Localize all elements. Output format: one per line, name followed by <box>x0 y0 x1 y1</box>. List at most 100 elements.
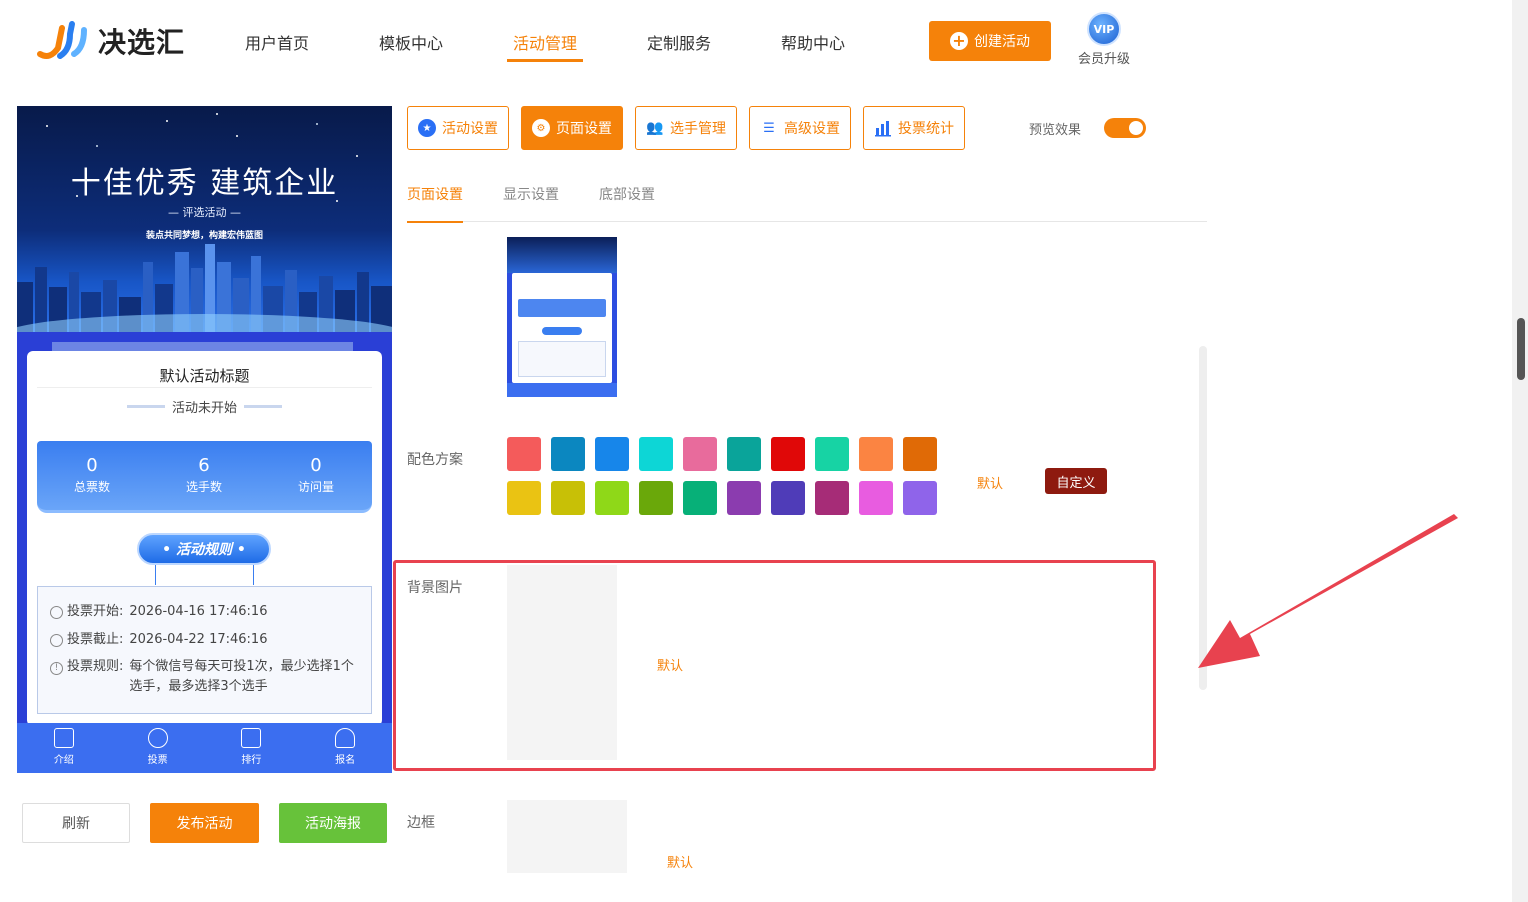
clock-icon <box>50 634 63 647</box>
tab-page-settings[interactable]: ⚙ 页面设置 <box>521 106 623 150</box>
background-default-link[interactable]: 默认 <box>657 655 683 674</box>
stat-label: 访问量 <box>297 480 334 494</box>
tab-label: 介绍 <box>53 755 74 766</box>
color-swatch[interactable] <box>639 437 673 471</box>
nav-activity-manage[interactable]: 活动管理 <box>506 30 584 62</box>
page-scrollbar-thumb[interactable] <box>1517 318 1525 380</box>
color-swatch[interactable] <box>595 437 629 471</box>
subtab-page-settings[interactable]: 页面设置 <box>407 184 463 223</box>
rule-label: 投票规则: <box>67 659 124 674</box>
stat-contestants: 6 选手数 <box>159 455 249 495</box>
color-swatch[interactable] <box>727 437 761 471</box>
plus-icon: + <box>950 32 968 50</box>
tab-activity-settings[interactable]: ★ 活动设置 <box>407 106 509 150</box>
border-default-link[interactable]: 默认 <box>667 852 693 871</box>
bar-chart-icon <box>875 121 891 137</box>
activity-status: 活动未开始 <box>171 401 237 416</box>
toolbar-label: 页面设置 <box>556 121 612 137</box>
nav-template-center[interactable]: 模板中心 <box>379 30 443 62</box>
color-swatch[interactable] <box>903 481 937 515</box>
logo-text: 决选汇 <box>98 26 186 59</box>
color-swatch[interactable] <box>595 481 629 515</box>
color-swatch[interactable] <box>771 481 805 515</box>
logo-icon <box>37 21 87 59</box>
status-deco-left <box>127 405 165 408</box>
card-divider <box>37 387 372 388</box>
toolbar-label: 高级设置 <box>784 121 840 137</box>
rule-vote: ! 投票规则: 每个微信号每天可投1次，最少选择1个选手，最多选择3个选手 <box>50 657 361 697</box>
subtab-display-settings[interactable]: 显示设置 <box>503 184 559 222</box>
nav-help-center[interactable]: 帮助中心 <box>781 30 845 62</box>
stat-value: 0 <box>86 455 98 476</box>
city-skyline <box>17 244 392 332</box>
color-scheme-label: 配色方案 <box>407 452 463 468</box>
template-thumbnail[interactable] <box>507 237 617 397</box>
sliders-icon: ☰ <box>760 119 778 137</box>
tab-rank[interactable]: 排行 <box>205 723 299 773</box>
color-swatch[interactable] <box>815 437 849 471</box>
thumb-banner <box>507 237 617 273</box>
color-swatch[interactable] <box>815 481 849 515</box>
color-swatch[interactable] <box>507 437 541 471</box>
rules-connector-right <box>253 565 254 585</box>
create-activity-button[interactable]: + 创建活动 <box>929 21 1051 61</box>
tab-vote-stats[interactable]: 投票统计 <box>863 106 965 150</box>
tab-contestant-manage[interactable]: 👥 选手管理 <box>635 106 737 150</box>
color-swatch[interactable] <box>727 481 761 515</box>
toolbar-label: 投票统计 <box>898 121 954 137</box>
rule-label: 投票截止: <box>67 632 124 647</box>
color-swatch[interactable] <box>771 437 805 471</box>
tab-advanced-settings[interactable]: ☰ 高级设置 <box>749 106 851 150</box>
page-scrollbar-track[interactable] <box>1512 0 1528 902</box>
tab-label: 排行 <box>241 755 262 766</box>
stat-visits: 0 访问量 <box>271 455 361 495</box>
document-icon <box>53 728 74 748</box>
color-swatch[interactable] <box>683 481 717 515</box>
color-swatch[interactable] <box>507 481 541 515</box>
preview-toggle-label: 预览效果 <box>1029 123 1082 138</box>
poster-button[interactable]: 活动海报 <box>279 803 387 843</box>
rules-connector-left <box>155 565 156 585</box>
color-swatch[interactable] <box>639 481 673 515</box>
tab-signup[interactable]: 报名 <box>298 723 392 773</box>
color-swatch[interactable] <box>551 481 585 515</box>
rule-end: 投票截止: 2026-04-22 17:46:16 <box>50 629 361 651</box>
activity-rules-button[interactable]: • 活动规则 • <box>137 533 271 565</box>
color-default-link[interactable]: 默认 <box>977 473 1003 492</box>
color-swatch[interactable] <box>859 437 893 471</box>
tab-vote[interactable]: 投票 <box>111 723 205 773</box>
vip-icon: VIP <box>1087 12 1121 46</box>
color-swatch[interactable] <box>683 437 717 471</box>
background-image-label: 背景图片 <box>407 580 463 596</box>
clock-icon <box>50 606 63 619</box>
background-image-placeholder[interactable] <box>507 565 617 760</box>
color-swatch[interactable] <box>859 481 893 515</box>
nav-user-home[interactable]: 用户首页 <box>245 30 309 62</box>
activity-card: 默认活动标题 活动未开始 0 总票数 6 选手数 0 访问量 • 活动规则 • <box>27 351 382 726</box>
nav-custom-service[interactable]: 定制服务 <box>647 30 711 62</box>
banner-subtitle: — 评选活动 — <box>168 206 241 219</box>
thumb-tabbar <box>507 383 617 397</box>
color-custom-button[interactable]: 自定义 <box>1045 468 1107 494</box>
vip-label: 会员升级 <box>1077 52 1130 67</box>
tab-intro[interactable]: 介绍 <box>17 723 111 773</box>
rules-box: 投票开始: 2026-04-16 17:46:16 投票截止: 2026-04-… <box>37 586 372 714</box>
star-icon: ★ <box>418 119 436 137</box>
stats-panel: 0 总票数 6 选手数 0 访问量 <box>37 441 372 513</box>
logo[interactable]: 决选汇 <box>36 20 185 62</box>
color-swatch[interactable] <box>903 437 937 471</box>
banner-title: 十佳优秀 建筑企业 <box>70 166 339 201</box>
rule-label: 投票开始: <box>67 604 124 619</box>
vip-upgrade[interactable]: VIP 会员升级 <box>1074 12 1134 67</box>
status-deco-right <box>244 405 282 408</box>
publish-button[interactable]: 发布活动 <box>150 803 259 843</box>
thumb-card <box>512 273 612 383</box>
refresh-button[interactable]: 刷新 <box>22 803 130 843</box>
color-swatch[interactable] <box>551 437 585 471</box>
banner-slogan: 装点共同梦想，构建宏伟蓝图 <box>145 231 263 241</box>
subtab-footer-settings[interactable]: 底部设置 <box>599 184 655 222</box>
border-image-placeholder[interactable] <box>507 800 627 873</box>
stat-value: 6 <box>198 455 210 476</box>
preview-toggle[interactable] <box>1104 118 1146 138</box>
toolbar-label: 活动设置 <box>442 121 498 137</box>
